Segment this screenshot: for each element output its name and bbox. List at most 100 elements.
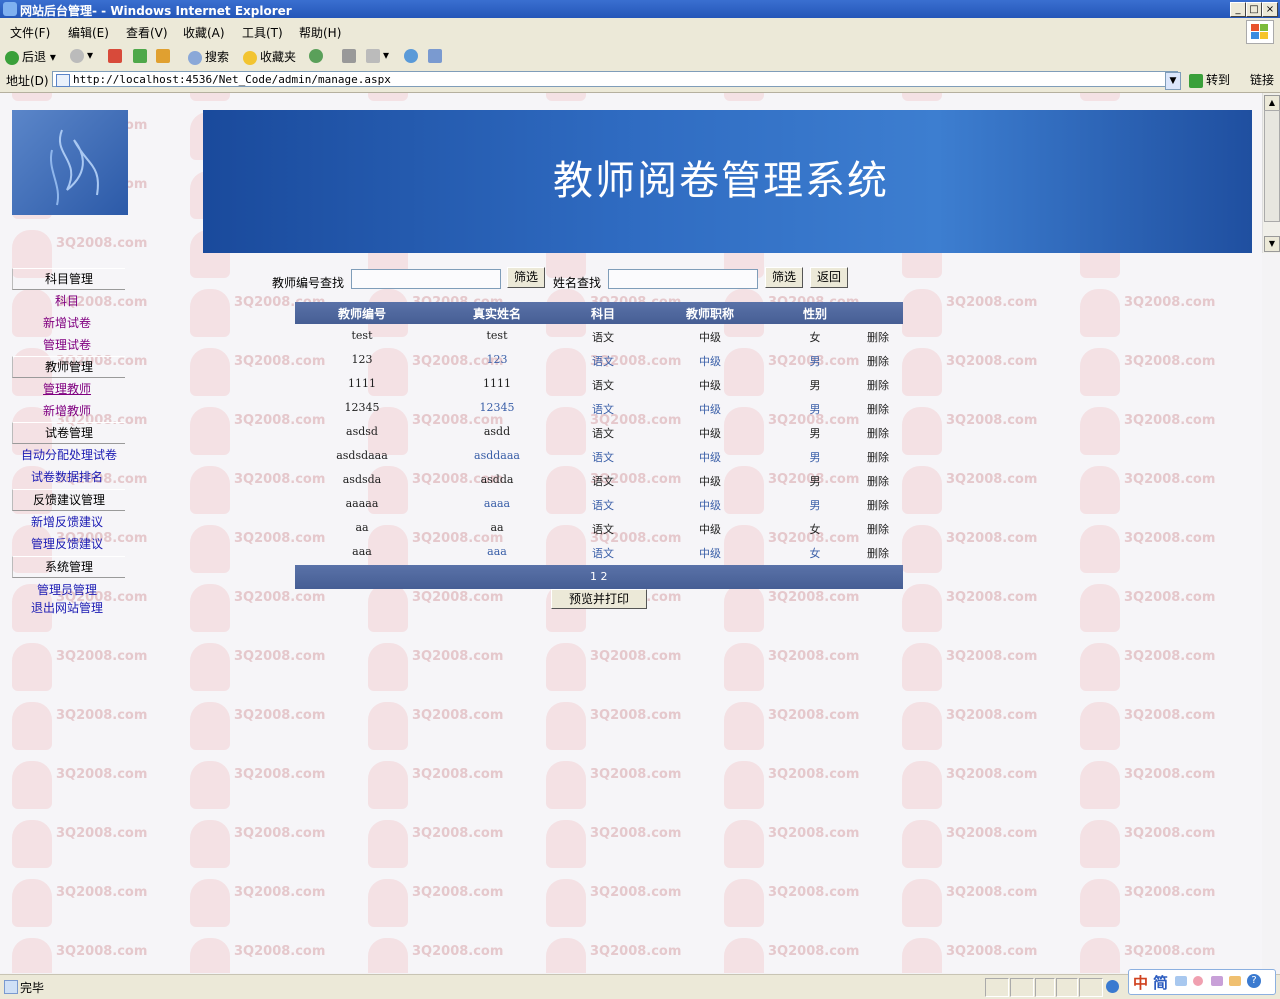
watermark-tile: 3Q2008.com bbox=[724, 938, 859, 973]
watermark-tile: 3Q2008.com bbox=[902, 702, 1037, 752]
flame-logo-icon bbox=[49, 129, 99, 206]
stop-button[interactable] bbox=[108, 48, 125, 63]
ime-toolbar[interactable]: 中 简 ? bbox=[1128, 969, 1276, 995]
watermark-tile: 3Q2008.com bbox=[1080, 702, 1215, 752]
cell-title: 中级 bbox=[699, 427, 721, 440]
preview-print-button[interactable]: 预览并打印 bbox=[551, 589, 647, 609]
links-button[interactable]: 链接 bbox=[1250, 71, 1274, 88]
menu-help[interactable]: 帮助(H) bbox=[299, 24, 341, 41]
watermark-tile: 3Q2008.com bbox=[902, 525, 1037, 575]
sidebar-link-new-feedback[interactable]: 新增反馈建议 bbox=[31, 513, 103, 530]
back-button[interactable]: 后退 ▾ bbox=[5, 48, 56, 65]
watermark-tile: 3Q2008.com bbox=[724, 879, 859, 929]
sidebar-link-manage-feedback[interactable]: 管理反馈建议 bbox=[31, 535, 103, 552]
watermark-tile: 3Q2008.com bbox=[12, 761, 147, 811]
watermark-tile: 3Q2008.com bbox=[190, 820, 325, 870]
delete-link[interactable]: 删除 bbox=[867, 377, 889, 393]
delete-link[interactable]: 删除 bbox=[867, 353, 889, 369]
ime-tool-icon[interactable] bbox=[1229, 976, 1241, 986]
teacher-table-footer: 1 2 bbox=[295, 565, 903, 589]
sidebar-section-feedback[interactable]: 反馈建议管理 bbox=[12, 489, 125, 511]
delete-link[interactable]: 删除 bbox=[867, 473, 889, 489]
delete-link[interactable]: 删除 bbox=[867, 497, 889, 513]
menu-view[interactable]: 查看(V) bbox=[126, 24, 168, 41]
back-link-button[interactable]: 返回 bbox=[810, 267, 848, 288]
menu-bar: 文件(F) 编辑(E) 查看(V) 收藏(A) 工具(T) 帮助(H) bbox=[0, 18, 1280, 45]
menu-file[interactable]: 文件(F) bbox=[10, 24, 50, 41]
sidebar-link-subject[interactable]: 科目 bbox=[55, 292, 79, 309]
filter-by-id-button[interactable]: 筛选 bbox=[507, 267, 545, 288]
scroll-up-icon[interactable]: ▲ bbox=[1264, 95, 1280, 111]
ime-symbol-icon[interactable] bbox=[1193, 976, 1203, 986]
ime-chinese-mode[interactable]: 中 bbox=[1133, 972, 1148, 993]
address-input[interactable]: http://localhost:4536/Net_Code/admin/man… bbox=[52, 71, 1178, 87]
sidebar-section-exam[interactable]: 试卷管理 bbox=[12, 422, 125, 444]
vertical-scrollbar[interactable]: ▲ ▼ bbox=[1262, 93, 1280, 253]
sidebar-link-admin[interactable]: 管理员管理 bbox=[37, 581, 97, 598]
search-button[interactable]: 搜索 bbox=[188, 48, 229, 65]
messenger-button[interactable] bbox=[404, 48, 421, 63]
delete-link[interactable]: 删除 bbox=[867, 449, 889, 465]
watermark-tile: 3Q2008.com bbox=[190, 466, 325, 516]
sidebar-link-logout[interactable]: 退出网站管理 bbox=[31, 599, 103, 616]
forward-button[interactable]: ▾ bbox=[70, 48, 93, 63]
cell-subject: 语文 bbox=[592, 403, 614, 416]
watermark-tile: 3Q2008.com bbox=[546, 938, 681, 973]
table-row: 1111 1111 语文 中级 男 删除 bbox=[295, 372, 903, 396]
cell-gender: 女 bbox=[809, 523, 821, 536]
teacher-id-input[interactable] bbox=[351, 269, 501, 289]
delete-link[interactable]: 删除 bbox=[867, 425, 889, 441]
delete-link[interactable]: 删除 bbox=[867, 545, 889, 561]
sidebar-section-subject[interactable]: 科目管理 bbox=[12, 268, 125, 290]
ime-keyboard-icon[interactable] bbox=[1211, 976, 1223, 986]
edit-button[interactable]: ▾ bbox=[366, 48, 389, 63]
watermark-tile: 3Q2008.com bbox=[12, 643, 147, 693]
go-button[interactable]: 转到 bbox=[1189, 71, 1230, 88]
ime-simplified-mode[interactable]: 简 bbox=[1153, 972, 1168, 993]
scroll-down-icon[interactable]: ▼ bbox=[1264, 236, 1280, 252]
sidebar-link-new-teacher[interactable]: 新增教师 bbox=[43, 402, 91, 419]
cell-real-name: asdd bbox=[483, 425, 511, 438]
history-button[interactable] bbox=[309, 48, 326, 63]
search-icon bbox=[188, 50, 202, 65]
menu-favorites[interactable]: 收藏(A) bbox=[183, 24, 225, 41]
favorites-button[interactable]: 收藏夹 bbox=[243, 48, 296, 65]
sidebar-section-teacher[interactable]: 教师管理 bbox=[12, 356, 125, 378]
watermark-tile: 3Q2008.com bbox=[724, 702, 859, 752]
ime-help-icon[interactable]: ? bbox=[1247, 974, 1261, 988]
sidebar-link-ranking[interactable]: 试卷数据排名 bbox=[31, 468, 103, 485]
watermark-tile: 3Q2008.com bbox=[1080, 289, 1215, 339]
delete-link[interactable]: 删除 bbox=[867, 329, 889, 345]
teacher-table-header: 教师编号 真实姓名 科目 教师职称 性别 bbox=[295, 302, 903, 324]
home-button[interactable] bbox=[156, 48, 173, 63]
watermark-tile: 3Q2008.com bbox=[546, 761, 681, 811]
refresh-button[interactable] bbox=[133, 48, 150, 63]
close-button[interactable]: × bbox=[1262, 2, 1278, 17]
address-dropdown[interactable]: ▼ bbox=[1165, 72, 1181, 90]
cell-teacher-id: asdsda bbox=[342, 473, 382, 486]
menu-edit[interactable]: 编辑(E) bbox=[68, 24, 109, 41]
menu-tools[interactable]: 工具(T) bbox=[242, 24, 283, 41]
delete-link[interactable]: 删除 bbox=[867, 401, 889, 417]
print-button[interactable] bbox=[342, 48, 359, 63]
table-row: 12345 12345 语文 中级 男 删除 bbox=[295, 396, 903, 420]
ime-punct-icon[interactable] bbox=[1175, 976, 1187, 986]
sidebar-section-system[interactable]: 系统管理 bbox=[12, 556, 125, 578]
watermark-tile: 3Q2008.com bbox=[190, 348, 325, 398]
name-search-input[interactable] bbox=[608, 269, 758, 289]
pager[interactable]: 1 2 bbox=[590, 570, 608, 583]
filter-by-name-button[interactable]: 筛选 bbox=[765, 267, 803, 288]
sidebar-link-manage-paper[interactable]: 管理试卷 bbox=[43, 336, 91, 353]
scroll-thumb[interactable] bbox=[1264, 110, 1280, 222]
cell-subject: 语文 bbox=[592, 547, 614, 560]
delete-link[interactable]: 删除 bbox=[867, 521, 889, 537]
research-button[interactable] bbox=[428, 48, 445, 63]
maximize-button[interactable]: □ bbox=[1246, 2, 1262, 17]
sidebar-link-new-paper[interactable]: 新增试卷 bbox=[43, 314, 91, 331]
cell-subject: 语文 bbox=[592, 379, 614, 392]
system-title: 教师阅卷管理系统 bbox=[553, 158, 889, 204]
watermark-tile: 3Q2008.com bbox=[724, 820, 859, 870]
minimize-button[interactable]: _ bbox=[1230, 2, 1246, 17]
sidebar-link-manage-teacher[interactable]: 管理教师 bbox=[43, 380, 91, 397]
sidebar-link-auto-assign[interactable]: 自动分配处理试卷 bbox=[21, 446, 117, 463]
